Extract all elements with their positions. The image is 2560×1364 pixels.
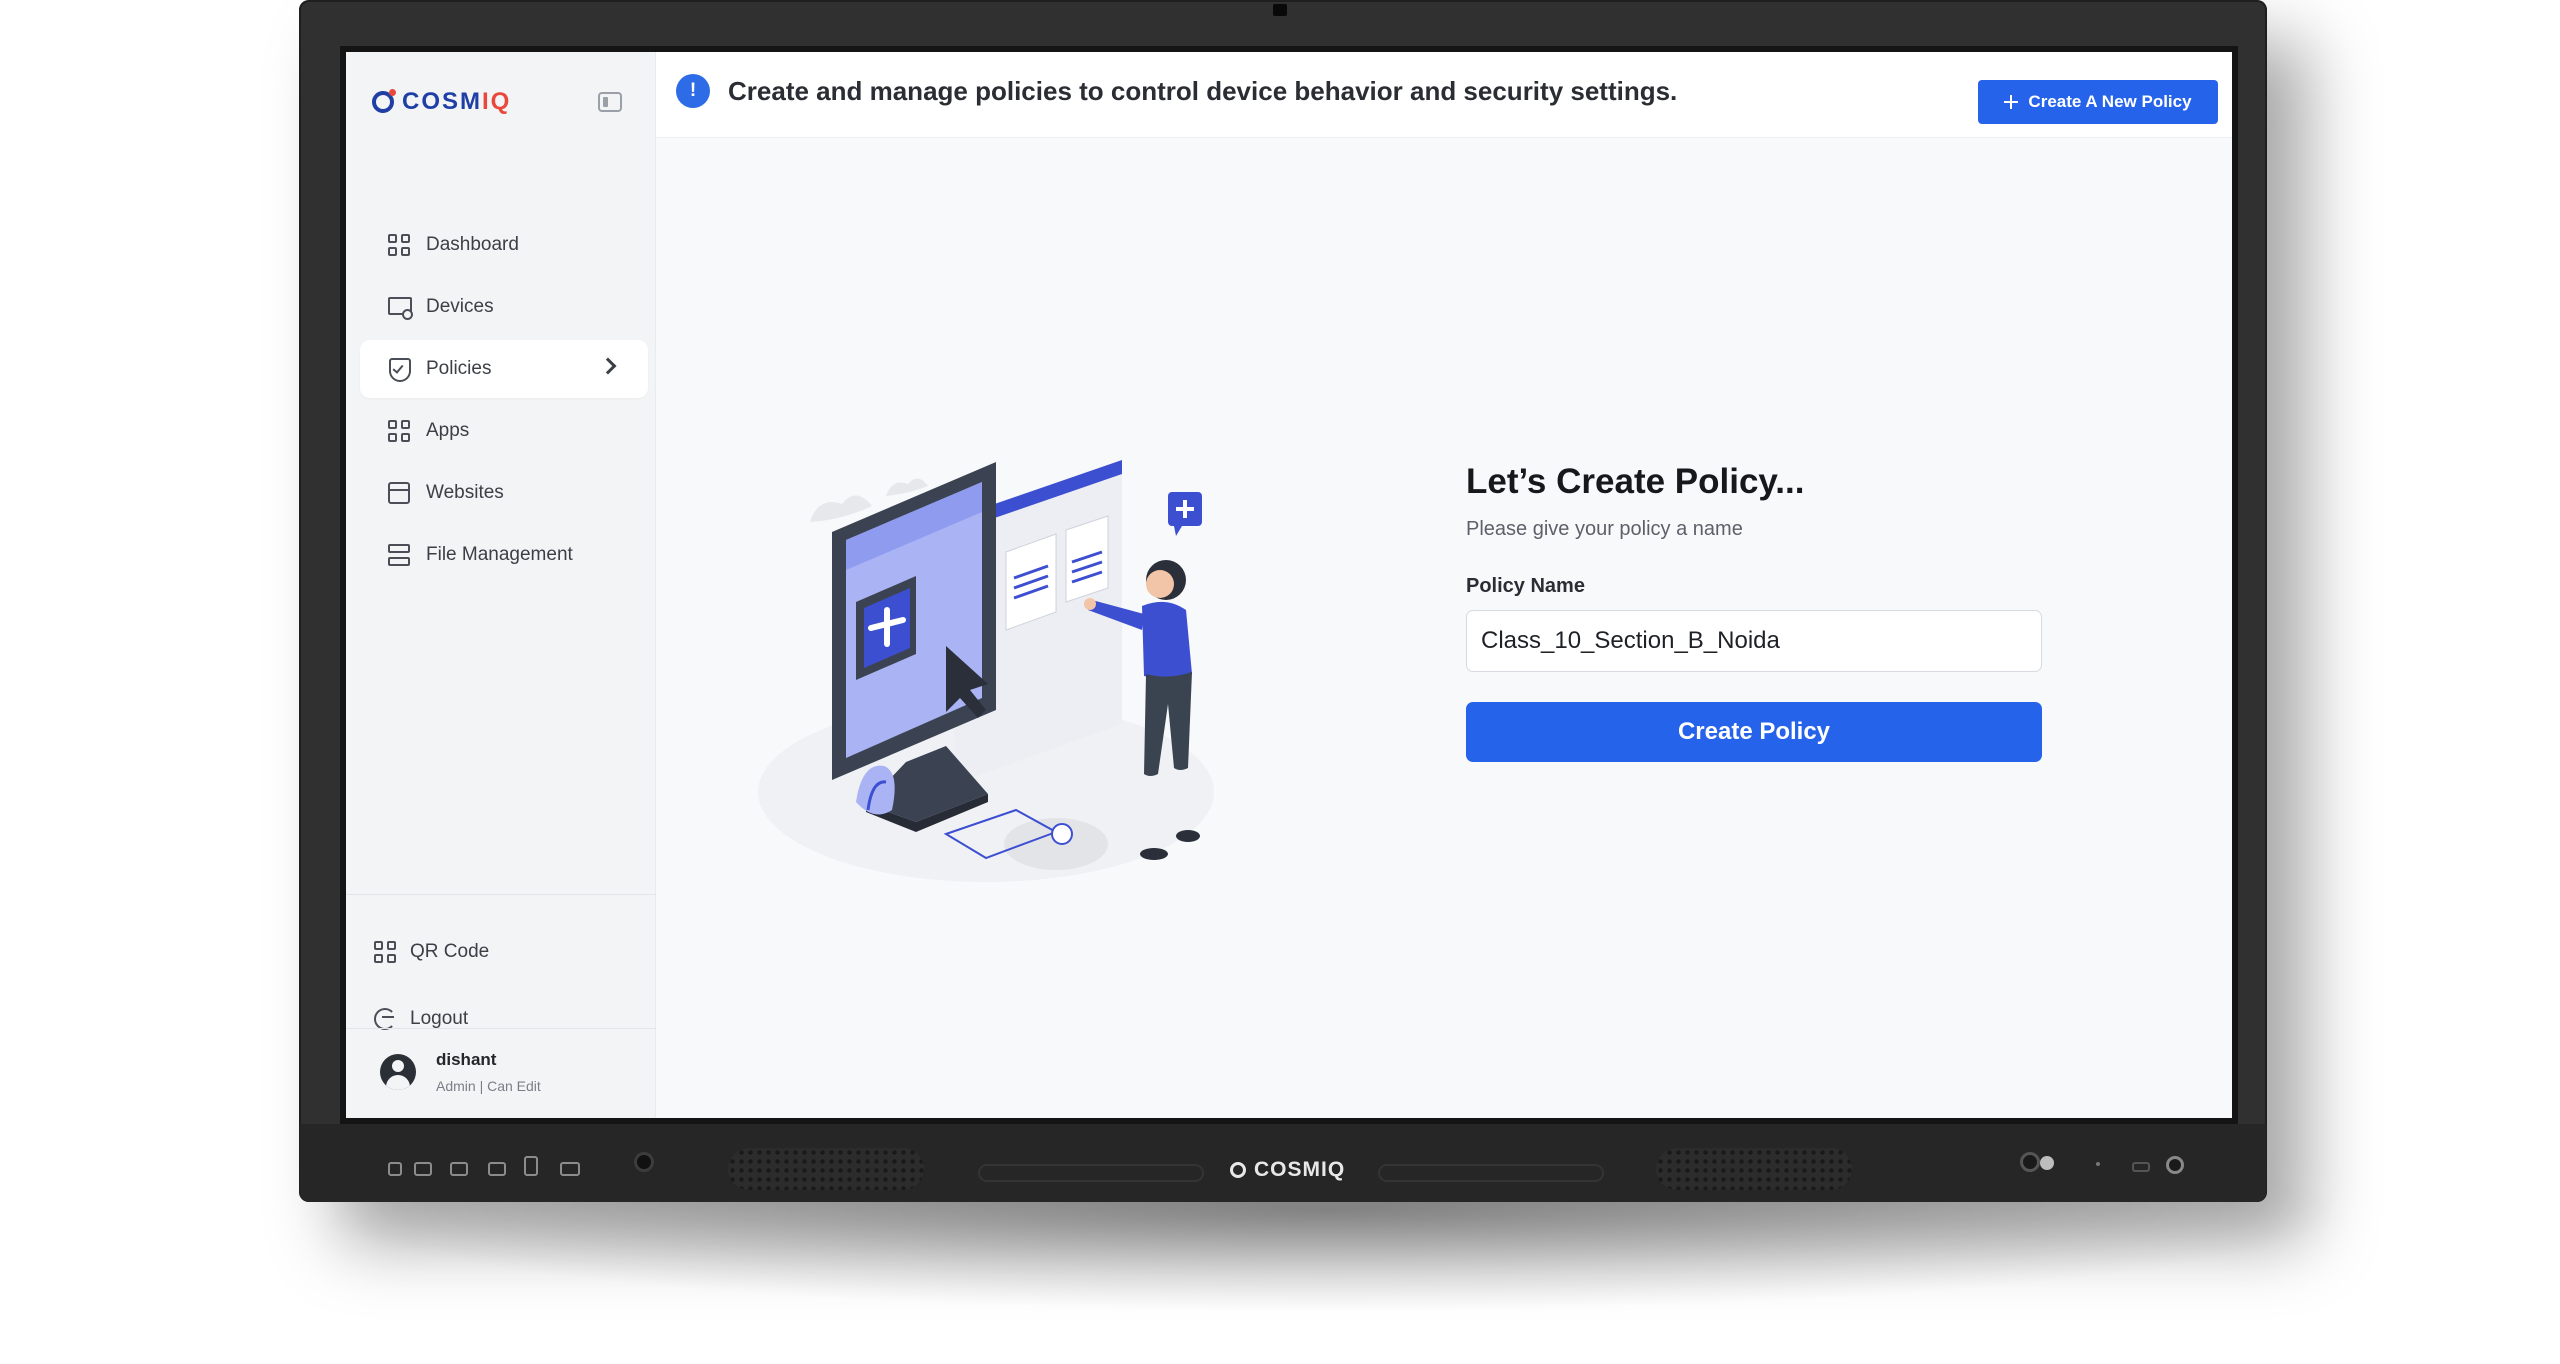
port: [450, 1162, 468, 1176]
port: [524, 1156, 538, 1176]
top-header: ! Create and manage policies to control …: [656, 52, 2232, 138]
bottom-logo: COSMIQ: [1230, 1158, 1345, 1182]
create-policy-form: Let’s Create Policy... Please give your …: [1466, 462, 2042, 762]
settings-knob[interactable]: [2166, 1156, 2184, 1174]
sidebar-item-label: Websites: [426, 482, 504, 503]
touch-slot-right: [1378, 1164, 1604, 1182]
window-icon: [388, 482, 410, 504]
form-title: Let’s Create Policy...: [1466, 462, 1805, 501]
create-new-policy-button[interactable]: Create A New Policy: [1978, 80, 2218, 124]
port: [414, 1162, 432, 1176]
info-icon: !: [676, 74, 710, 108]
sidebar-item-logout[interactable]: Logout: [374, 999, 644, 1039]
sidebar-item-policies[interactable]: Policies: [360, 340, 648, 398]
app-screen: COSMIQ Dashboard Devices Policies Apps W…: [346, 52, 2232, 1118]
plus-icon: [2004, 95, 2019, 109]
logout-icon: [374, 1008, 396, 1030]
sidebar: COSMIQ Dashboard Devices Policies Apps W…: [346, 52, 656, 1118]
app-logo[interactable]: COSMIQ: [372, 88, 511, 116]
user-avatar-icon: [380, 1054, 416, 1090]
sidebar-divider: [346, 894, 656, 895]
port: [488, 1162, 506, 1176]
shield-icon: [388, 358, 411, 382]
apps-grid-icon: [388, 420, 410, 442]
sidebar-item-label: Logout: [410, 1008, 469, 1029]
sidebar-item-label: Dashboard: [426, 234, 519, 255]
header-info-text: Create and manage policies to control de…: [728, 76, 1678, 106]
logo-text: COSMIQ: [402, 88, 512, 115]
cosmiq-mark-icon: [1230, 1162, 1246, 1178]
speaker-grill-left: [728, 1148, 924, 1190]
sidebar-collapse-button[interactable]: [598, 92, 622, 112]
sidebar-divider: [346, 1028, 656, 1029]
port: [388, 1162, 402, 1176]
power-button[interactable]: [2020, 1152, 2040, 1172]
port: [560, 1162, 580, 1176]
sidebar-item-apps[interactable]: Apps: [360, 402, 648, 460]
user-name: dishant: [436, 1050, 497, 1069]
sensor: [634, 1152, 654, 1172]
create-new-policy-label: Create A New Policy: [2028, 92, 2192, 111]
usb-c-port: [2132, 1162, 2150, 1172]
user-profile[interactable]: dishant Admin | Can Edit: [380, 1050, 541, 1094]
speaker-grill-right: [1656, 1148, 1852, 1190]
indicator-light: [2040, 1156, 2054, 1170]
form-subtitle: Please give your policy a name: [1466, 518, 1743, 540]
sidebar-item-label: Apps: [426, 420, 470, 441]
chevron-right-icon: [599, 357, 617, 375]
sidebar-item-qr-code[interactable]: QR Code: [374, 932, 644, 972]
policy-name-label: Policy Name: [1466, 575, 1585, 597]
sidebar-item-devices[interactable]: Devices: [360, 278, 648, 336]
user-role: Admin | Can Edit: [436, 1078, 541, 1094]
user-info: dishant Admin | Can Edit: [436, 1050, 541, 1094]
policy-name-input[interactable]: [1466, 610, 2042, 672]
cosmiq-logo-icon: [372, 89, 396, 113]
sidebar-item-websites[interactable]: Websites: [360, 464, 648, 522]
sidebar-item-label: Devices: [426, 296, 494, 317]
dot-indicator: [2096, 1162, 2100, 1166]
sidebar-item-label: File Management: [426, 544, 573, 565]
sidebar-item-dashboard[interactable]: Dashboard: [360, 216, 648, 274]
file-management-icon: [388, 544, 410, 566]
sidebar-item-label: Policies: [426, 358, 492, 379]
dashboard-grid-icon: [388, 234, 410, 256]
qr-code-icon: [374, 941, 396, 963]
create-policy-button[interactable]: Create Policy: [1466, 702, 2042, 762]
monitor-icon: [388, 296, 413, 320]
touch-slot-left: [978, 1164, 1204, 1182]
sidebar-item-label: QR Code: [410, 941, 490, 962]
sidebar-item-file-management[interactable]: File Management: [360, 526, 648, 584]
sidebar-nav: Dashboard Devices Policies Apps Websites: [360, 216, 648, 588]
camera: [1273, 4, 1287, 16]
policy-illustration: [758, 460, 1214, 882]
